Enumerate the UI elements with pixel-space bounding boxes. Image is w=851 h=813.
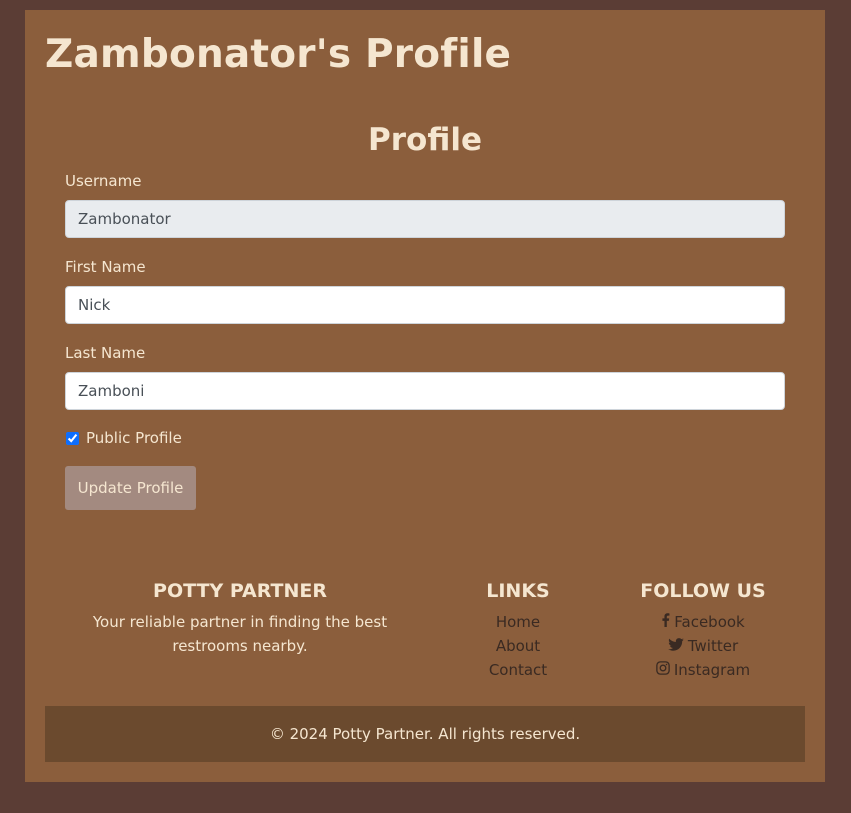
profile-panel: Zambonator's Profile Profile Username Fi… [25, 10, 825, 782]
footer-links: LINKS Home About Contact [468, 580, 568, 682]
last-name-label: Last Name [65, 344, 146, 362]
facebook-link[interactable]: Facebook [628, 610, 778, 634]
footer-tagline: Your reliable partner in finding the bes… [92, 613, 388, 655]
footer-follow-heading: FOLLOW US [640, 580, 766, 602]
footer-brand: POTTY PARTNER Your reliable partner in f… [85, 580, 395, 658]
public-profile-checkbox[interactable] [66, 431, 79, 445]
instagram-link[interactable]: Instagram [628, 658, 778, 682]
form-title: Profile [368, 122, 482, 158]
footer-link-contact[interactable]: Contact [468, 658, 568, 682]
first-name-field[interactable] [65, 286, 785, 324]
twitter-label: Twitter [687, 637, 739, 655]
public-profile-label: Public Profile [86, 429, 182, 447]
username-field[interactable] [65, 200, 785, 238]
update-profile-button[interactable]: Update Profile [65, 466, 196, 510]
first-name-label: First Name [65, 258, 146, 276]
copyright-text: © 2024 Potty Partner. All rights reserve… [269, 725, 581, 743]
footer-link-home[interactable]: Home [468, 610, 568, 634]
public-profile-row: Public Profile [65, 429, 182, 447]
facebook-label: Facebook [674, 613, 745, 631]
last-name-field[interactable] [65, 372, 785, 410]
footer-brand-heading: POTTY PARTNER [153, 580, 327, 602]
footer-links-heading: LINKS [486, 580, 550, 602]
facebook-icon [661, 610, 670, 634]
copyright-bar: © 2024 Potty Partner. All rights reserve… [45, 706, 805, 762]
footer-follow: FOLLOW US Facebook Twitter Instagram [628, 580, 778, 682]
instagram-icon [656, 658, 670, 682]
footer-link-about[interactable]: About [468, 634, 568, 658]
twitter-link[interactable]: Twitter [628, 634, 778, 658]
twitter-icon [668, 634, 684, 658]
instagram-label: Instagram [673, 661, 751, 679]
page-title: Zambonator's Profile [45, 32, 512, 77]
username-label: Username [65, 172, 142, 190]
